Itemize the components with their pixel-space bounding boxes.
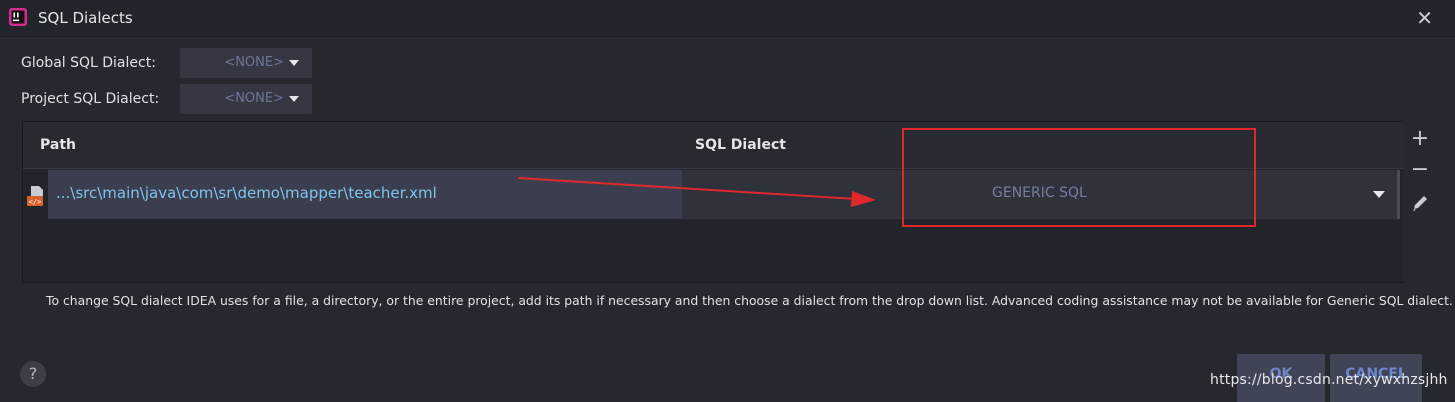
watermark: https://blog.csdn.net/xywxhzsjhh <box>1210 372 1448 388</box>
chevron-down-icon <box>289 96 299 102</box>
column-header-path[interactable]: Path <box>40 137 76 153</box>
dialog-title: SQL Dialects <box>38 9 133 27</box>
svg-text:</>: </> <box>29 198 42 206</box>
remove-icon[interactable]: − <box>1410 159 1430 181</box>
scrollbar[interactable] <box>1397 170 1400 219</box>
pencil-icon[interactable] <box>1410 192 1430 214</box>
global-dialect-label: Global SQL Dialect: <box>21 55 156 71</box>
title-bar: SQL Dialects ✕ <box>0 0 1455 37</box>
project-dialect-label: Project SQL Dialect: <box>21 91 160 107</box>
hint-text: To change SQL dialect IDEA uses for a fi… <box>46 293 1453 308</box>
project-dialect-select[interactable]: <NONE> <box>180 84 312 114</box>
path-cell[interactable]: ...\src\main\java\com\sr\demo\mapper\tea… <box>48 170 682 219</box>
global-dialect-select[interactable]: <NONE> <box>180 48 312 78</box>
chevron-down-icon <box>289 60 299 66</box>
add-icon[interactable]: + <box>1410 128 1430 150</box>
help-button[interactable]: ? <box>20 361 46 387</box>
annotation-highlight-box <box>902 128 1256 227</box>
column-header-sql-dialect[interactable]: SQL Dialect <box>695 137 786 153</box>
global-dialect-value: <NONE> <box>224 55 284 70</box>
close-icon[interactable]: ✕ <box>1416 8 1433 28</box>
chevron-down-icon[interactable] <box>1373 191 1385 198</box>
intellij-idea-logo-icon <box>9 8 27 26</box>
xml-file-icon: </> <box>27 186 43 206</box>
table-toolbar: + − <box>1403 121 1437 281</box>
project-dialect-value: <NONE> <box>224 91 284 106</box>
